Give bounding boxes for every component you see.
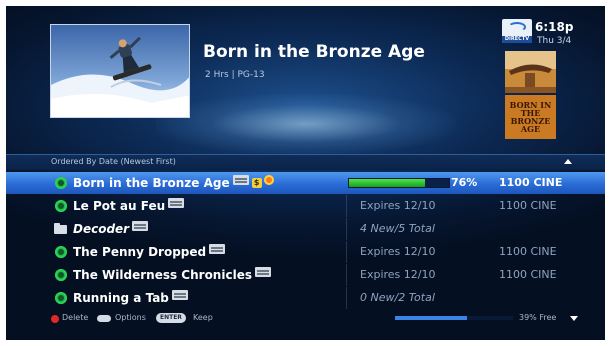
progress-percent: 76% bbox=[451, 176, 478, 189]
program-meta: 2 Hrs | PG-13 bbox=[205, 70, 265, 80]
header-glow bbox=[156, 94, 456, 154]
program-title: Born in the Bronze Age bbox=[203, 42, 425, 62]
folder-icon bbox=[54, 223, 67, 234]
playable-status-icon bbox=[55, 269, 67, 281]
list-item-title: Running a Tab bbox=[73, 290, 188, 305]
list-item-the-wilderness-chronicles[interactable]: The Wilderness Chronicles Expires 12/10 … bbox=[6, 264, 605, 286]
playable-status-icon bbox=[55, 200, 67, 212]
disk-free-label: 39% Free bbox=[519, 313, 557, 322]
list-item-le-pot-au-feu[interactable]: Le Pot au Feu Expires 12/10 1100 CINE bbox=[6, 195, 605, 217]
sort-label: Ordered By Date (Newest First) bbox=[51, 157, 176, 166]
episode-count-label: 4 New/5 Total bbox=[360, 222, 435, 235]
keep-action[interactable]: Keep bbox=[193, 313, 213, 322]
status-dot-icon bbox=[263, 175, 274, 185]
channel-label: 1100 CINE bbox=[499, 268, 557, 281]
dollar-icon: $ bbox=[251, 178, 262, 188]
poster-image-2: BORN IN THE BRONZE AGE bbox=[505, 95, 556, 139]
channel-label: 1100 CINE bbox=[499, 199, 557, 212]
hd-icon bbox=[209, 244, 226, 254]
expiration-label: Expires 12/10 bbox=[360, 199, 436, 212]
dvr-screen: Born in the Bronze Age 2 Hrs | PG-13 DIR… bbox=[6, 6, 605, 340]
list-item-title: Born in the Bronze Age $ bbox=[73, 175, 274, 190]
hd-icon bbox=[168, 198, 185, 208]
list-item-running-a-tab[interactable]: Running a Tab 0 New/2 Total bbox=[6, 287, 605, 309]
list-item-born-in-the-bronze-age[interactable]: Born in the Bronze Age $ 76% 1100 CINE bbox=[6, 172, 605, 194]
hd-icon bbox=[171, 290, 188, 300]
playable-status-icon bbox=[55, 177, 67, 189]
poster-image-1 bbox=[505, 51, 556, 93]
directv-logo-icon: DIRECTV bbox=[502, 19, 532, 43]
episode-count-label: 0 New/2 Total bbox=[360, 291, 435, 304]
expiration-label: Expires 12/10 bbox=[360, 268, 436, 281]
options-action[interactable]: Options bbox=[115, 313, 146, 322]
logo-text: DIRECTV bbox=[502, 36, 532, 43]
program-info-header: Born in the Bronze Age 2 Hrs | PG-13 DIR… bbox=[6, 6, 605, 156]
clock-time: 6:18p bbox=[535, 20, 574, 34]
hd-icon bbox=[232, 175, 249, 185]
list-item-title: Le Pot au Feu bbox=[73, 198, 185, 213]
program-thumbnail bbox=[50, 24, 190, 118]
hd-icon bbox=[254, 267, 271, 277]
progress-fill bbox=[349, 179, 425, 187]
playable-status-icon bbox=[55, 292, 67, 304]
footer-legend: Delete Options ENTER Keep 39% Free bbox=[6, 311, 605, 327]
disk-used-fill bbox=[395, 316, 467, 320]
snowboarder-image bbox=[51, 25, 189, 117]
playable-status-icon bbox=[55, 246, 67, 258]
disk-space-bar bbox=[395, 316, 513, 320]
red-button-icon bbox=[51, 315, 59, 323]
expiration-label: Expires 12/10 bbox=[360, 245, 436, 258]
list-item-title: Decoder bbox=[73, 221, 149, 236]
options-button-icon bbox=[97, 315, 111, 322]
enter-button-icon: ENTER bbox=[156, 313, 186, 323]
scroll-down-arrow-icon[interactable] bbox=[570, 316, 578, 321]
hd-icon bbox=[132, 221, 149, 231]
clock-date: Thu 3/4 bbox=[537, 36, 572, 46]
delete-action[interactable]: Delete bbox=[62, 313, 88, 322]
scroll-up-arrow-icon[interactable] bbox=[564, 159, 572, 164]
list-item-decoder[interactable]: Decoder 4 New/5 Total bbox=[6, 218, 605, 240]
channel-label: 1100 CINE bbox=[499, 245, 557, 258]
poster-title-text: BORN IN THE BRONZE AGE bbox=[509, 100, 552, 134]
list-item-the-penny-dropped[interactable]: The Penny Dropped Expires 12/10 1100 CIN… bbox=[6, 241, 605, 263]
progress-bar bbox=[348, 178, 450, 188]
sort-header: Ordered By Date (Newest First) bbox=[6, 154, 605, 170]
list-item-title: The Penny Dropped bbox=[73, 244, 226, 259]
channel-label: 1100 CINE bbox=[499, 176, 563, 189]
list-item-title: The Wilderness Chronicles bbox=[73, 267, 271, 282]
